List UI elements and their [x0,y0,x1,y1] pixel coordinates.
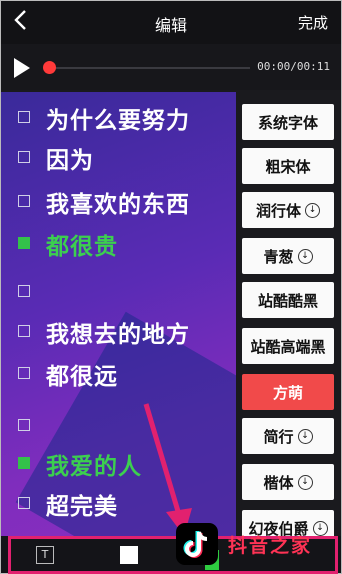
progress-track[interactable] [48,67,250,69]
lyric-checkbox[interactable] [18,285,30,297]
progress-knob[interactable] [43,61,56,74]
font-option-button[interactable]: 简行 ↓ [242,418,334,454]
top-bar: 编辑 完成 [0,0,342,44]
lyric-checkbox[interactable] [18,325,30,337]
font-option-label: 站酷酷黑 [257,291,318,310]
lyric-text: 超完美 [46,494,118,520]
lyric-checkbox[interactable] [18,237,30,249]
lyric-text: 都很贵 [46,234,118,260]
lyric-checkbox[interactable] [18,497,30,509]
play-icon[interactable] [14,58,30,78]
font-option-button[interactable]: 方萌 [242,374,334,410]
font-option-button[interactable]: 润行体 ↓ [242,192,334,228]
arrow-annotation [143,403,192,536]
download-icon[interactable]: ↓ [312,520,328,536]
lyric-text: 为什么要努力 [46,108,190,134]
page-title: 编辑 [154,16,187,35]
playback-bar: 00:00/00:11 [0,44,342,90]
lyric-text: 我想去的地方 [46,322,190,348]
lyric-checkbox[interactable] [18,419,30,431]
lyric-text: 我喜欢的东西 [46,192,190,218]
lyric-text: 因为 [46,148,94,174]
time-readout: 00:00/00:11 [257,60,330,73]
download-icon[interactable]: ↓ [305,202,320,218]
lyric-text: 我爱的人 [46,454,142,480]
font-option-button[interactable]: 系统字体 [242,104,334,140]
watermark: 抖音之家 [176,523,312,565]
lyric-checkbox[interactable] [18,457,30,469]
lyric-checkbox[interactable] [18,111,30,123]
tiktok-logo-icon [176,523,218,565]
font-option-label: 方萌 [272,383,303,402]
watermark-text: 抖音之家 [228,534,313,557]
font-option-label: 润行体 [255,201,301,220]
font-option-label: 青葱 [263,247,294,266]
font-option-label: 简行 [263,427,294,446]
download-icon[interactable]: ↓ [297,474,313,490]
lyrics-preview: 为什么要努力 因为我喜欢的东西 都很贵我想去的地方 都很远我爱的人超完美 [0,92,236,536]
download-icon[interactable]: ↓ [297,428,313,444]
font-option-label: 系统字体 [257,113,318,132]
font-option-button[interactable]: 楷体 ↓ [242,464,334,500]
lyric-checkbox[interactable] [18,151,30,163]
done-button[interactable]: 完成 [298,12,328,33]
font-option-button[interactable]: 站酷酷黑 [242,282,334,318]
font-option-button[interactable]: 青葱 ↓ [242,238,334,274]
lyric-text: 都很远 [46,364,118,390]
font-option-label: 楷体 [263,473,294,492]
lyric-checkbox[interactable] [18,367,30,379]
font-option-button[interactable]: 粗宋体 [242,148,334,184]
font-option-label: 站酷高端黑 [250,337,326,356]
lyric-checkbox[interactable] [18,195,30,207]
font-option-label: 粗宋体 [265,157,311,176]
font-option-button[interactable]: 站酷高端黑 [242,328,334,364]
font-list: 系统字体 粗宋体 润行体 ↓ 青葱 ↓ 站酷酷黑 站酷高端黑 方萌 简行 ↓ 楷体 ↓ 幻夜伯爵 ↓ [236,92,342,546]
download-icon[interactable]: ↓ [297,248,313,264]
